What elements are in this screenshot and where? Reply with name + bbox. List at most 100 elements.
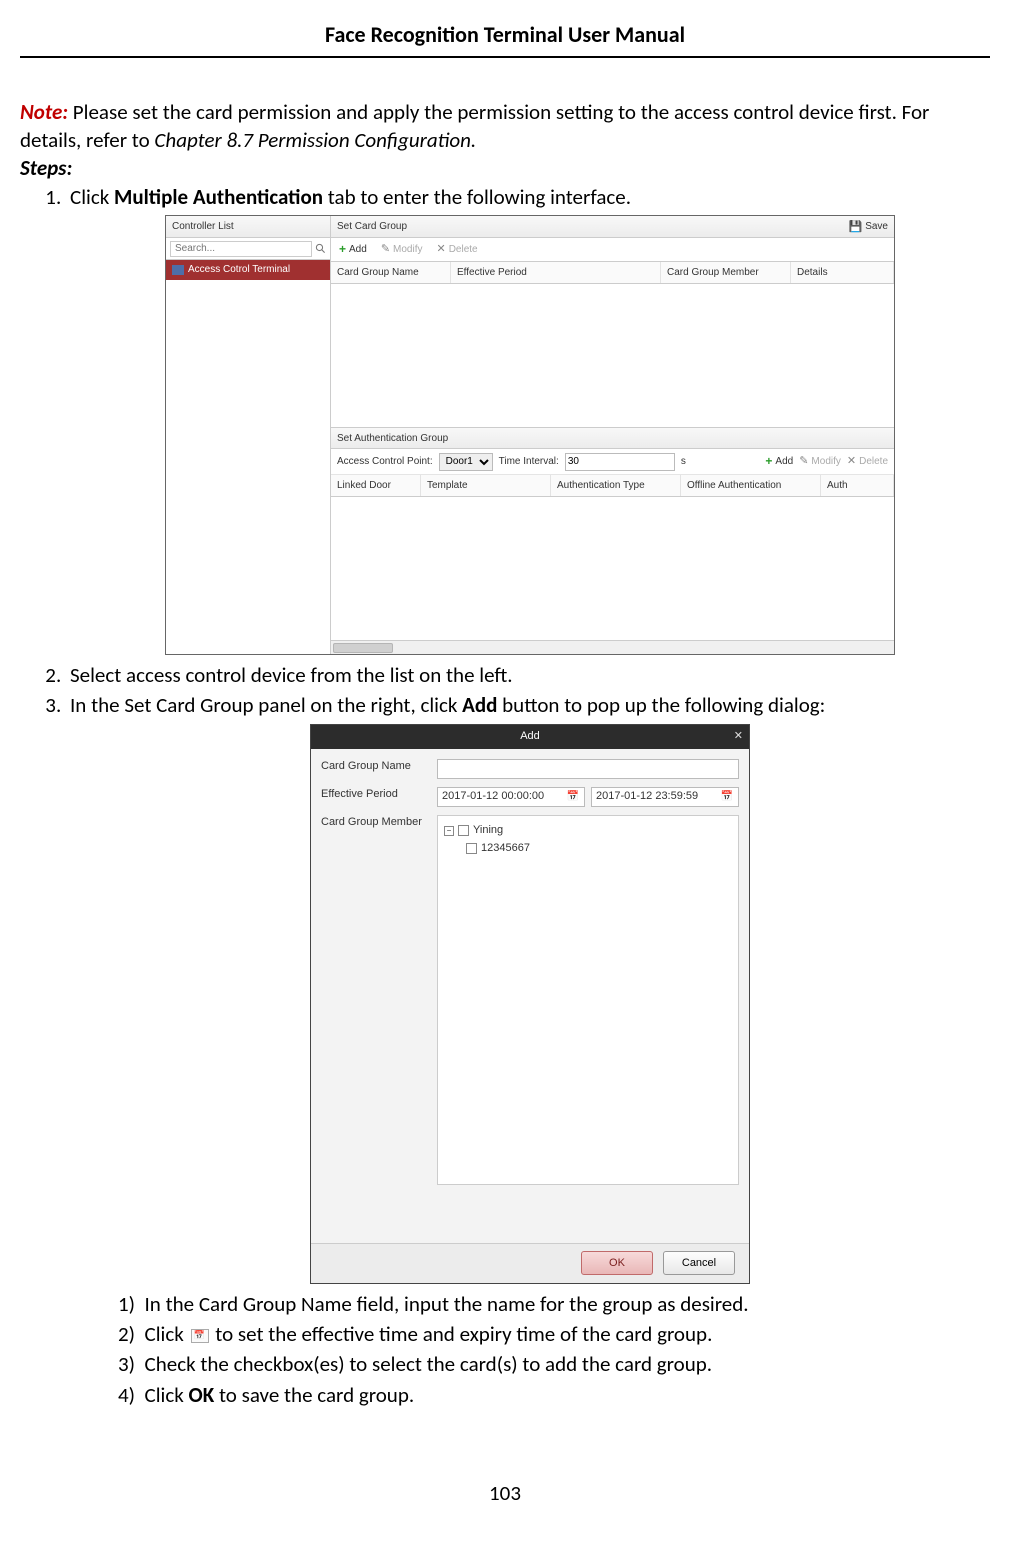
header-title-rest: User Manual — [563, 21, 685, 48]
ss4-bold: OK — [189, 1382, 215, 1408]
cancel-button[interactable]: Cancel — [663, 1251, 735, 1275]
set-card-group-header: Set Card Group 💾 Save — [331, 216, 894, 238]
auth-modify-label: Modify — [811, 455, 840, 469]
add-label: Add — [349, 243, 367, 257]
auth-group-controls: Access Control Point: Door1 Time Interva… — [331, 449, 894, 475]
search-input[interactable] — [170, 241, 312, 257]
delete-label: Delete — [449, 243, 478, 257]
col-template: Template — [421, 475, 551, 496]
step-3-a: In the Set Card Group panel on the right… — [70, 692, 462, 718]
header-title-bold: Face Recognition Terminal — [325, 21, 563, 48]
controller-list-header: Controller List — [166, 216, 330, 238]
horizontal-scrollbar[interactable] — [331, 640, 894, 654]
steps-label: Steps: — [20, 154, 990, 182]
card-group-columns: Card Group Name Effective Period Card Gr… — [331, 262, 894, 284]
substep-4: 4) Click OK to save the card group. — [118, 1381, 990, 1409]
edit-icon: ✎ — [799, 454, 808, 469]
auth-add-button[interactable]: +Add — [765, 453, 793, 469]
period-to-value: 2017-01-12 23:59:59 — [596, 789, 698, 804]
auth-modify-button[interactable]: ✎Modify — [799, 454, 841, 469]
set-card-group-title: Set Card Group — [337, 216, 407, 238]
interval-label: Time Interval: — [499, 455, 559, 469]
col-effective-period: Effective Period — [451, 262, 661, 283]
save-icon: 💾 — [849, 216, 863, 238]
note-paragraph: Note: Please set the card permission and… — [20, 98, 990, 155]
card-group-body — [331, 284, 894, 427]
scrollbar-thumb[interactable] — [333, 643, 393, 653]
controller-list-body — [166, 280, 330, 654]
ss4-a: Click — [145, 1382, 189, 1408]
step-1-bold: Multiple Authentication — [114, 184, 323, 210]
step-2: Select access control device from the li… — [66, 661, 990, 689]
edit-icon: ✎ — [381, 242, 390, 257]
step-3-bold: Add — [462, 692, 497, 718]
close-icon[interactable]: ✕ — [734, 729, 743, 744]
chapter-reference: Chapter 8.7 Permission Configuration. — [154, 127, 476, 153]
substeps-list: 1) In the Card Group Name field, input t… — [70, 1290, 990, 1409]
acp-select[interactable]: Door1 — [439, 453, 493, 471]
calendar-icon[interactable]: 📅 — [720, 790, 734, 804]
right-panels: Set Card Group 💾 Save +Add ✎Modify ✕Dele… — [331, 216, 894, 654]
dialog-body: Card Group Name Effective Period 2017-01… — [311, 749, 749, 1243]
auth-group-body — [331, 497, 894, 640]
dialog-titlebar: Add ✕ — [311, 725, 749, 749]
acp-label: Access Control Point: — [337, 455, 433, 469]
modify-button[interactable]: ✎Modify — [381, 242, 423, 257]
tree-checkbox[interactable] — [466, 843, 477, 854]
label-card-group-member: Card Group Member — [321, 815, 431, 1185]
search-row — [166, 238, 330, 260]
ss4-b: to save the card group. — [214, 1382, 414, 1408]
tree-collapse-icon[interactable]: − — [444, 826, 454, 836]
save-label: Save — [865, 216, 888, 238]
ss1-text: In the Card Group Name field, input the … — [145, 1291, 749, 1317]
tree-checkbox[interactable] — [458, 825, 469, 836]
label-card-group-name: Card Group Name — [321, 759, 431, 779]
card-group-name-input[interactable] — [437, 759, 739, 779]
step-3-b: button to pop up the following dialog: — [497, 692, 825, 718]
ss2-b: to set the effective time and expiry tim… — [211, 1321, 713, 1347]
col-linked-door: Linked Door — [331, 475, 421, 496]
tree-child-row[interactable]: 12345667 — [444, 840, 732, 858]
ss4-num: 4) — [118, 1382, 135, 1408]
tree-child-label: 12345667 — [481, 841, 530, 856]
save-button[interactable]: 💾 Save — [849, 216, 889, 238]
col-card-group-name: Card Group Name — [331, 262, 451, 283]
period-to-field[interactable]: 2017-01-12 23:59:59 📅 — [591, 787, 739, 807]
controller-list-panel: Controller List Access Cotrol Terminal — [166, 216, 331, 654]
device-icon — [172, 265, 184, 275]
delete-button[interactable]: ✕ Delete — [436, 242, 477, 257]
search-icon[interactable] — [314, 242, 326, 256]
calendar-icon[interactable]: 📅 — [566, 790, 580, 804]
controller-item-label: Access Cotrol Terminal — [188, 260, 290, 280]
period-from-value: 2017-01-12 00:00:00 — [442, 789, 544, 804]
steps-list: Click Multiple Authentication tab to ent… — [20, 183, 990, 1409]
col-details: Details — [791, 262, 894, 283]
ss2-a: Click — [145, 1321, 189, 1347]
ok-button[interactable]: OK — [581, 1251, 653, 1275]
modify-label: Modify — [393, 243, 422, 257]
calendar-icon: 📅 — [191, 1329, 209, 1343]
auth-delete-button[interactable]: ✕Delete — [847, 454, 888, 469]
substep-2: 2) Click 📅 to set the effective time and… — [118, 1320, 990, 1348]
step-1-b: tab to enter the following interface. — [323, 184, 631, 210]
delete-icon: ✕ — [847, 454, 856, 469]
auth-group-columns: Linked Door Template Authentication Type… — [331, 475, 894, 497]
ss3-num: 3) — [118, 1351, 135, 1377]
col-auth-type: Authentication Type — [551, 475, 681, 496]
plus-icon: + — [339, 241, 346, 257]
col-auth: Auth — [821, 475, 894, 496]
substep-1: 1) In the Card Group Name field, input t… — [118, 1290, 990, 1318]
step-1: Click Multiple Authentication tab to ent… — [66, 183, 990, 655]
set-auth-group-header: Set Authentication Group — [331, 427, 894, 449]
delete-icon: ✕ — [436, 242, 445, 257]
step-1-a: Click — [70, 184, 114, 210]
controller-item-selected[interactable]: Access Cotrol Terminal — [166, 260, 330, 280]
col-offline-auth: Offline Authentication — [681, 475, 821, 496]
tree-parent-row[interactable]: − Yining — [444, 822, 732, 840]
effective-period-row: 2017-01-12 00:00:00 📅 2017-01-12 23:59:5… — [437, 787, 739, 807]
dialog-title: Add — [520, 729, 540, 744]
period-from-field[interactable]: 2017-01-12 00:00:00 📅 — [437, 787, 585, 807]
interval-input[interactable] — [565, 453, 675, 471]
member-tree: − Yining 12345667 — [437, 815, 739, 1185]
add-button[interactable]: +Add — [339, 241, 367, 257]
